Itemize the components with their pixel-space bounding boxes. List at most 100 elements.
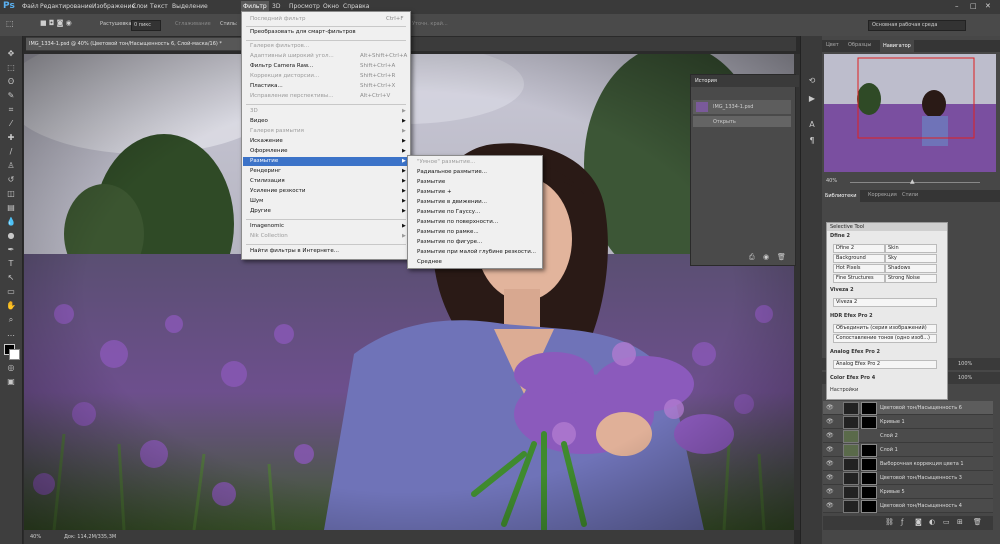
filter-item-last[interactable]: Последний фильтр Ctrl+F: [250, 15, 404, 24]
filter-item-browse-online[interactable]: Найти фильтры в Интернете...: [250, 247, 339, 256]
zoom-tool-icon[interactable]: ⌕: [5, 315, 17, 325]
path-select-icon[interactable]: ↖: [5, 273, 17, 283]
layer-row[interactable]: 👁 Кривые 5: [823, 485, 993, 499]
type-tool-icon[interactable]: T: [5, 259, 17, 269]
nik-cell[interactable]: Strong Noise: [885, 274, 937, 283]
history-brush-icon[interactable]: ↺: [5, 175, 17, 185]
eraser-icon[interactable]: ◫: [5, 189, 17, 199]
filter-item-smart[interactable]: Преобразовать для смарт-фильтров: [250, 28, 356, 37]
layer-row[interactable]: 👁 Кривые 1: [823, 415, 993, 429]
move-tool-icon[interactable]: ✥: [5, 49, 17, 59]
nik-section-viveza[interactable]: Viveza 2: [830, 287, 854, 293]
quick-mask-icon[interactable]: ◎: [5, 363, 17, 373]
blur-item-average[interactable]: Среднее: [417, 257, 442, 267]
blur-item-blur-more[interactable]: Размытие +: [417, 187, 452, 197]
shape-tool-icon[interactable]: ▭: [5, 287, 17, 297]
quick-select-icon[interactable]: ✎: [5, 91, 17, 101]
nik-cell[interactable]: Skin: [885, 244, 937, 253]
feather-input[interactable]: 0 пикс: [131, 20, 161, 31]
healing-brush-icon[interactable]: ✚: [5, 133, 17, 143]
link-layers-icon[interactable]: ⛓: [885, 518, 894, 526]
marquee-tool-icon[interactable]: ⬚: [6, 19, 14, 28]
nik-cell[interactable]: Viveza 2: [833, 298, 937, 307]
fx-icon[interactable]: ƒ: [901, 518, 903, 526]
blur-item-box[interactable]: Размытие по рамке...: [417, 227, 479, 237]
tab-swatches[interactable]: Образцы: [848, 42, 871, 48]
tab-libraries[interactable]: Библиотеки: [822, 190, 860, 202]
tab-adjustments[interactable]: Коррекция: [868, 192, 897, 198]
trash-icon[interactable]: 🗑: [973, 518, 982, 526]
navigator-zoom-slider[interactable]: [850, 182, 980, 183]
background-color-swatch[interactable]: [9, 349, 20, 360]
paragraph-icon[interactable]: ¶: [806, 136, 818, 146]
zoom-level[interactable]: 40%: [30, 534, 41, 540]
menu-help[interactable]: Справка: [343, 3, 369, 10]
lasso-tool-icon[interactable]: ʘ: [5, 77, 17, 87]
filter-item-blur-gallery[interactable]: Галерея размытия ▶: [250, 127, 406, 136]
blur-item-blur[interactable]: Размытие: [417, 177, 445, 187]
brush-tool-icon[interactable]: /: [5, 147, 17, 157]
blur-item-lens[interactable]: Размытие при малой глубине резкости...: [417, 247, 536, 257]
history-snapshot-icon[interactable]: ⎙: [749, 253, 755, 262]
nik-cell[interactable]: Analog Efex Pro 2: [833, 360, 937, 369]
filter-item-other[interactable]: Другие ▶: [250, 207, 406, 216]
filter-item-adaptive[interactable]: Адаптивный широкий угол... Alt+Shift+Ctrl…: [250, 52, 407, 61]
blur-tool-icon[interactable]: 💧: [5, 217, 17, 227]
clone-stamp-icon[interactable]: ♙: [5, 161, 17, 171]
filter-item-blur[interactable]: Размытие ▶: [250, 157, 406, 166]
blur-item-shape[interactable]: Размытие по фигуре...: [417, 237, 482, 247]
filter-item-render[interactable]: Рендеринг ▶: [250, 167, 406, 176]
dodge-tool-icon[interactable]: ●: [5, 231, 17, 241]
blur-item-smart[interactable]: "Умное" размытие...: [417, 157, 475, 167]
history-state[interactable]: Открыть: [693, 116, 791, 127]
navigator-zoom[interactable]: 40%: [826, 178, 837, 184]
blur-item-radial[interactable]: Радиальное размытие...: [417, 167, 487, 177]
menu-3d[interactable]: 3D: [272, 3, 280, 10]
layer-row[interactable]: 👁 Выборочная коррекция цвета 1: [823, 457, 993, 471]
layer-row[interactable]: 👁 Цветовой тон/Насыщенность 3: [823, 471, 993, 485]
trash-icon[interactable]: 🗑: [777, 253, 786, 261]
filter-item-imagenomic[interactable]: Imagenomic ▶: [250, 222, 406, 231]
filter-item-3d[interactable]: 3D ▶: [250, 107, 406, 116]
menu-type[interactable]: Текст: [150, 3, 168, 10]
screen-mode-icon[interactable]: ▣: [5, 377, 17, 387]
nik-section-color-efex[interactable]: Color Efex Pro 4: [830, 375, 875, 381]
menu-layers[interactable]: Слои: [132, 3, 148, 10]
pen-tool-icon[interactable]: ✒: [5, 245, 17, 255]
menu-edit[interactable]: Редактирование: [40, 3, 92, 10]
navigator-preview[interactable]: [824, 54, 996, 172]
filter-item-camera-raw[interactable]: Фильтр Camera Raw... Shift+Ctrl+A: [250, 62, 395, 71]
fill-value[interactable]: 100%: [958, 375, 972, 381]
layer-row[interactable]: 👁 Цветовой тон/Насыщенность 4: [823, 499, 993, 513]
filter-item-pixelate[interactable]: Оформление ▶: [250, 147, 406, 156]
menu-file[interactable]: Файл: [22, 3, 39, 10]
tab-color[interactable]: Цвет: [826, 42, 839, 48]
adjustment-layer-icon[interactable]: ◐: [929, 518, 935, 526]
smoothing-checkbox[interactable]: Сглаживание: [175, 21, 211, 27]
gradient-icon[interactable]: ▤: [5, 203, 17, 213]
layer-row[interactable]: 👁 Цветовой тон/Насыщенность 6: [823, 401, 993, 415]
marquee-tool-icon[interactable]: ⬚: [5, 63, 17, 73]
layer-row[interactable]: 👁 Слой 2: [823, 429, 993, 443]
nik-cell[interactable]: Сопоставление тонов (одно изоб...): [833, 334, 937, 343]
nik-cell[interactable]: Объединить (серия изображений): [833, 324, 937, 333]
blur-item-surface[interactable]: Размытие по поверхности...: [417, 217, 498, 227]
tab-navigator[interactable]: Навигатор: [880, 40, 914, 52]
nik-section-dfine[interactable]: Dfine 2: [830, 233, 850, 239]
character-icon[interactable]: A: [806, 120, 818, 130]
nik-section-hdr[interactable]: HDR Efex Pro 2: [830, 313, 873, 319]
actions-icon[interactable]: ▶: [806, 94, 818, 104]
workspace-select[interactable]: Основная рабочая среда: [868, 20, 966, 31]
menu-image[interactable]: Изображение: [92, 3, 135, 10]
filter-item-nik[interactable]: Nik Collection ▶: [250, 232, 406, 241]
crop-tool-icon[interactable]: ⌗: [5, 105, 17, 115]
history-panel-icon[interactable]: ⟲: [806, 76, 818, 86]
document-tab[interactable]: IMG_1334-1.psd @ 40% (Цветовой тон/Насыщ…: [26, 38, 254, 50]
filter-item-gallery[interactable]: Галерея фильтров...: [250, 42, 309, 51]
new-group-icon[interactable]: ▭: [943, 518, 950, 526]
filter-item-sharpen[interactable]: Усиление резкости ▶: [250, 187, 406, 196]
filter-item-stylize[interactable]: Стилизация ▶: [250, 177, 406, 186]
new-layer-icon[interactable]: ⊞: [957, 518, 963, 526]
menu-window[interactable]: Окно: [323, 3, 339, 10]
filter-item-perspective[interactable]: Исправление перспективы... Alt+Ctrl+V: [250, 92, 390, 101]
